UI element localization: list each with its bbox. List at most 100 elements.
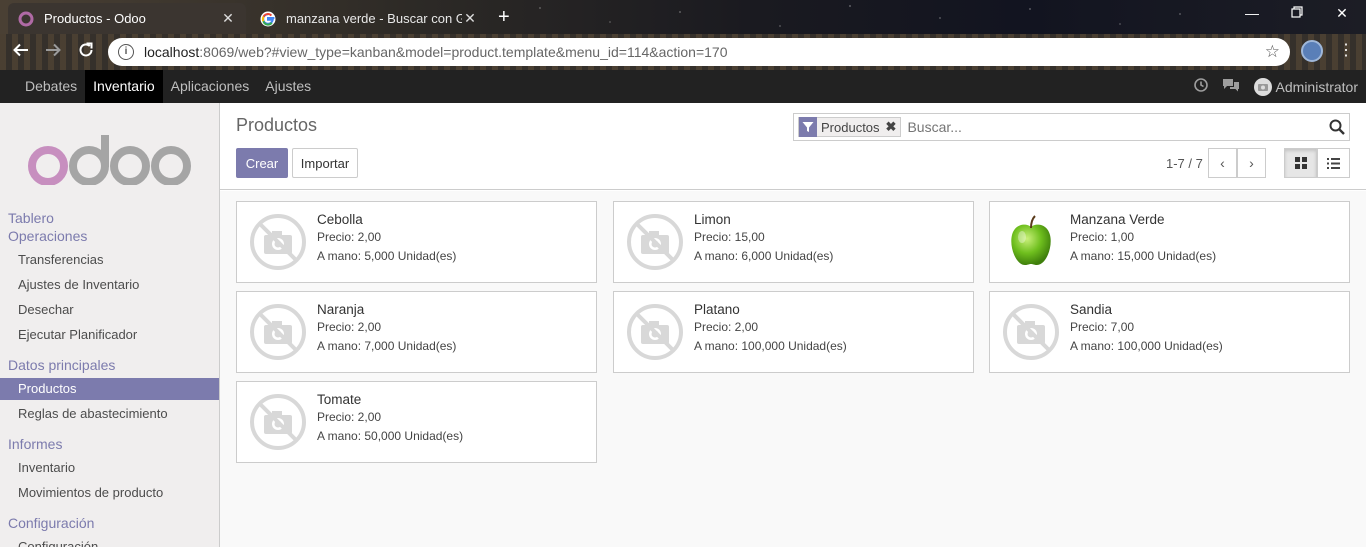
menu-inventario[interactable]: Inventario — [85, 70, 163, 103]
menu-ajustes[interactable]: Ajustes — [257, 70, 319, 103]
list-view-icon[interactable] — [1317, 148, 1350, 178]
search-icon[interactable] — [1329, 119, 1345, 138]
facet-remove-icon[interactable]: ✖ — [886, 119, 897, 135]
import-button[interactable]: Importar — [292, 148, 358, 178]
product-price: Precio: 7,00 — [1070, 320, 1135, 334]
sidebar-item-desechar[interactable]: Desechar — [0, 299, 219, 321]
sidebar-item-configuracion[interactable]: Configuración — [0, 536, 219, 547]
product-qty: A mano: 15,000 Unidad(es) — [1070, 249, 1217, 263]
product-name: Sandia — [1070, 302, 1113, 317]
back-arrow-icon[interactable] — [10, 41, 32, 63]
menu-aplicaciones[interactable]: Aplicaciones — [163, 70, 258, 103]
tab-google-search[interactable]: manzana verde - Buscar con Google ✕ — [250, 3, 488, 34]
pager-previous-icon[interactable]: ‹ — [1208, 148, 1237, 178]
no-image-placeholder-icon — [626, 303, 684, 361]
search-bar[interactable]: Productos ✖ — [793, 113, 1350, 141]
tab-close-icon[interactable]: ✕ — [220, 10, 236, 27]
product-qty: A mano: 100,000 Unidad(es) — [694, 339, 847, 353]
menu-debates[interactable]: Debates — [17, 70, 85, 103]
odoo-favicon-icon — [18, 11, 34, 27]
product-card[interactable]: Naranja Precio: 2,00 A mano: 7,000 Unida… — [236, 291, 597, 373]
user-name[interactable]: Administrator — [1276, 79, 1358, 95]
product-price: Precio: 1,00 — [1070, 230, 1135, 244]
sidebar-section-datos-principales: Datos principales — [8, 357, 116, 373]
activity-clock-icon[interactable] — [1193, 78, 1208, 95]
sidebar: Tablero Operaciones Transferencias Ajust… — [0, 103, 220, 547]
product-price: Precio: 2,00 — [317, 320, 382, 334]
url-path: :8069/web?#view_type=kanban&model=produc… — [199, 44, 728, 60]
systray: Administrator — [1193, 70, 1358, 103]
url-host: localhost — [144, 44, 200, 60]
restore-icon[interactable] — [1287, 5, 1307, 21]
kanban-view: Cebolla Precio: 2,00 A mano: 5,000 Unida… — [220, 191, 1366, 547]
tab-productos-odoo[interactable]: Productos - Odoo ✕ — [8, 3, 246, 34]
close-window-icon[interactable]: ✕ — [1332, 5, 1352, 22]
product-name: Limon — [694, 212, 731, 227]
profile-avatar-icon[interactable] — [1301, 40, 1323, 62]
minimize-icon[interactable]: — — [1242, 5, 1262, 21]
product-name: Manzana Verde — [1070, 212, 1165, 227]
pager-next-icon[interactable]: › — [1237, 148, 1266, 178]
theme-background — [520, 0, 1220, 34]
pager-value[interactable]: 1-7 / 7 — [1166, 156, 1203, 171]
sidebar-section-configuracion: Configuración — [8, 515, 95, 531]
product-card[interactable]: Limon Precio: 15,00 A mano: 6,000 Unidad… — [613, 201, 974, 283]
no-image-placeholder-icon — [249, 303, 307, 361]
new-tab-icon[interactable]: + — [498, 6, 510, 28]
product-name: Naranja — [317, 302, 365, 317]
bookmark-star-icon[interactable]: ☆ — [1265, 42, 1280, 62]
product-card[interactable]: Cebolla Precio: 2,00 A mano: 5,000 Unida… — [236, 201, 597, 283]
product-qty: A mano: 7,000 Unidad(es) — [317, 339, 457, 353]
control-panel: Productos Productos ✖ Crear Importar 1-7… — [220, 103, 1366, 190]
odoo-logo[interactable] — [26, 135, 196, 186]
app-menu: Debates Inventario Aplicaciones Ajustes — [17, 70, 319, 103]
browser-menu-icon[interactable]: ⋮ — [1338, 41, 1354, 61]
product-card[interactable]: Manzana Verde Precio: 1,00 A mano: 15,00… — [989, 201, 1350, 283]
search-input[interactable] — [907, 119, 1308, 135]
filter-funnel-icon — [799, 117, 817, 137]
address-bar[interactable]: i localhost:8069/web?#view_type=kanban&m… — [108, 38, 1290, 66]
product-card[interactable]: Sandia Precio: 7,00 A mano: 100,000 Unid… — [989, 291, 1350, 373]
product-price: Precio: 15,00 — [694, 230, 765, 244]
user-avatar[interactable] — [1253, 77, 1272, 96]
no-image-placeholder-icon — [1002, 303, 1060, 361]
breadcrumb: Productos — [236, 115, 318, 135]
product-price: Precio: 2,00 — [694, 320, 759, 334]
sidebar-item-ejecutar-planificador[interactable]: Ejecutar Planificador — [0, 324, 219, 346]
sidebar-item-ajustes-inventario[interactable]: Ajustes de Inventario — [0, 274, 219, 296]
tab-close-icon[interactable]: ✕ — [462, 10, 478, 27]
product-price: Precio: 2,00 — [317, 410, 382, 424]
product-name: Tomate — [317, 392, 362, 407]
no-image-placeholder-icon — [249, 393, 307, 451]
product-name: Platano — [694, 302, 740, 317]
sidebar-item-movimientos-producto[interactable]: Movimientos de producto — [0, 482, 219, 504]
sidebar-section-informes: Informes — [8, 436, 63, 452]
messages-chat-icon[interactable] — [1222, 78, 1240, 95]
kanban-view-icon[interactable] — [1284, 148, 1317, 178]
product-card[interactable]: Tomate Precio: 2,00 A mano: 50,000 Unida… — [236, 381, 597, 463]
site-info-icon[interactable]: i — [118, 44, 134, 60]
product-price: Precio: 2,00 — [317, 230, 382, 244]
product-qty: A mano: 100,000 Unidad(es) — [1070, 339, 1223, 353]
sidebar-item-reglas-abastecimiento[interactable]: Reglas de abastecimiento — [0, 403, 219, 425]
browser-toolbar: i localhost:8069/web?#view_type=kanban&m… — [0, 34, 1366, 70]
tab-title: manzana verde - Buscar con Google — [286, 11, 462, 26]
facet-label: Productos — [821, 119, 880, 135]
google-favicon-icon — [260, 11, 276, 27]
product-qty: A mano: 6,000 Unidad(es) — [694, 249, 834, 263]
forward-arrow-icon[interactable] — [42, 41, 64, 63]
browser-titlebar: Productos - Odoo ✕ manzana verde - Busca… — [0, 0, 1366, 34]
product-name: Cebolla — [317, 212, 363, 227]
sidebar-section-operaciones: Operaciones — [8, 228, 88, 244]
sidebar-item-productos[interactable]: Productos — [0, 378, 219, 400]
sidebar-item-inventario[interactable]: Inventario — [0, 457, 219, 479]
main-content: Productos Productos ✖ Crear Importar 1-7… — [220, 103, 1366, 547]
reload-icon[interactable] — [75, 41, 97, 63]
create-button[interactable]: Crear — [236, 148, 288, 178]
sidebar-section-tablero[interactable]: Tablero — [8, 210, 54, 226]
product-card[interactable]: Platano Precio: 2,00 A mano: 100,000 Uni… — [613, 291, 974, 373]
sidebar-item-transferencias[interactable]: Transferencias — [0, 249, 219, 271]
tab-title: Productos - Odoo — [44, 11, 146, 26]
no-image-placeholder-icon — [626, 213, 684, 271]
no-image-placeholder-icon — [249, 213, 307, 271]
